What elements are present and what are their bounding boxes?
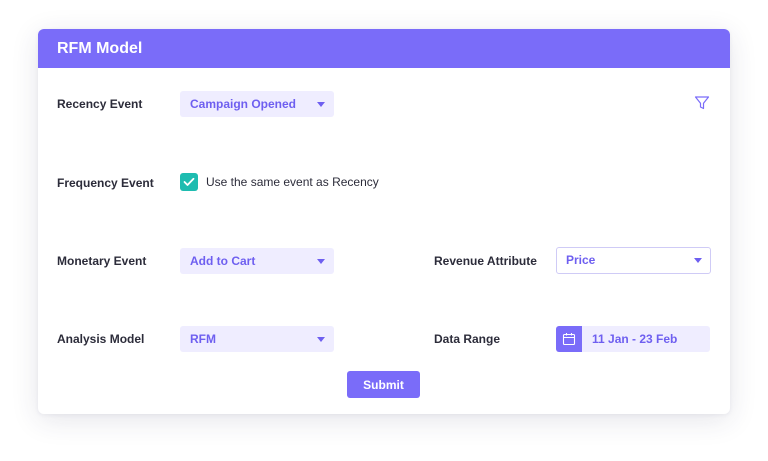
chevron-down-icon: [694, 258, 702, 263]
same-event-checkbox-label: Use the same event as Recency: [206, 175, 379, 189]
calendar-icon: [556, 326, 582, 352]
recency-event-select[interactable]: Campaign Opened: [180, 91, 334, 117]
recency-event-value: Campaign Opened: [190, 97, 297, 111]
revenue-attribute-label: Revenue Attribute: [434, 254, 537, 268]
analysis-model-value: RFM: [190, 332, 216, 346]
card-header: RFM Model: [38, 29, 730, 68]
revenue-attribute-value: Price: [566, 253, 596, 267]
rfm-model-card: RFM Model Recency Event Campaign Opened …: [38, 29, 730, 414]
submit-button[interactable]: Submit: [347, 371, 420, 398]
monetary-event-select[interactable]: Add to Cart: [180, 248, 334, 274]
check-icon: [183, 177, 195, 186]
filter-icon[interactable]: [694, 95, 710, 111]
monetary-event-value: Add to Cart: [190, 254, 256, 268]
analysis-model-label: Analysis Model: [57, 332, 145, 346]
chevron-down-icon: [317, 337, 325, 342]
date-range-picker[interactable]: 11 Jan - 23 Feb: [556, 326, 710, 352]
revenue-attribute-select[interactable]: Price: [556, 247, 711, 274]
analysis-model-select[interactable]: RFM: [180, 326, 334, 352]
monetary-event-label: Monetary Event: [57, 254, 147, 268]
frequency-event-label: Frequency Event: [57, 176, 154, 190]
chevron-down-icon: [317, 259, 325, 264]
date-range-value: 11 Jan - 23 Feb: [592, 332, 678, 346]
card-title: RFM Model: [57, 40, 143, 57]
recency-event-label: Recency Event: [57, 97, 143, 111]
data-range-label: Data Range: [434, 332, 501, 346]
same-event-checkbox[interactable]: [180, 173, 198, 191]
chevron-down-icon: [317, 102, 325, 107]
